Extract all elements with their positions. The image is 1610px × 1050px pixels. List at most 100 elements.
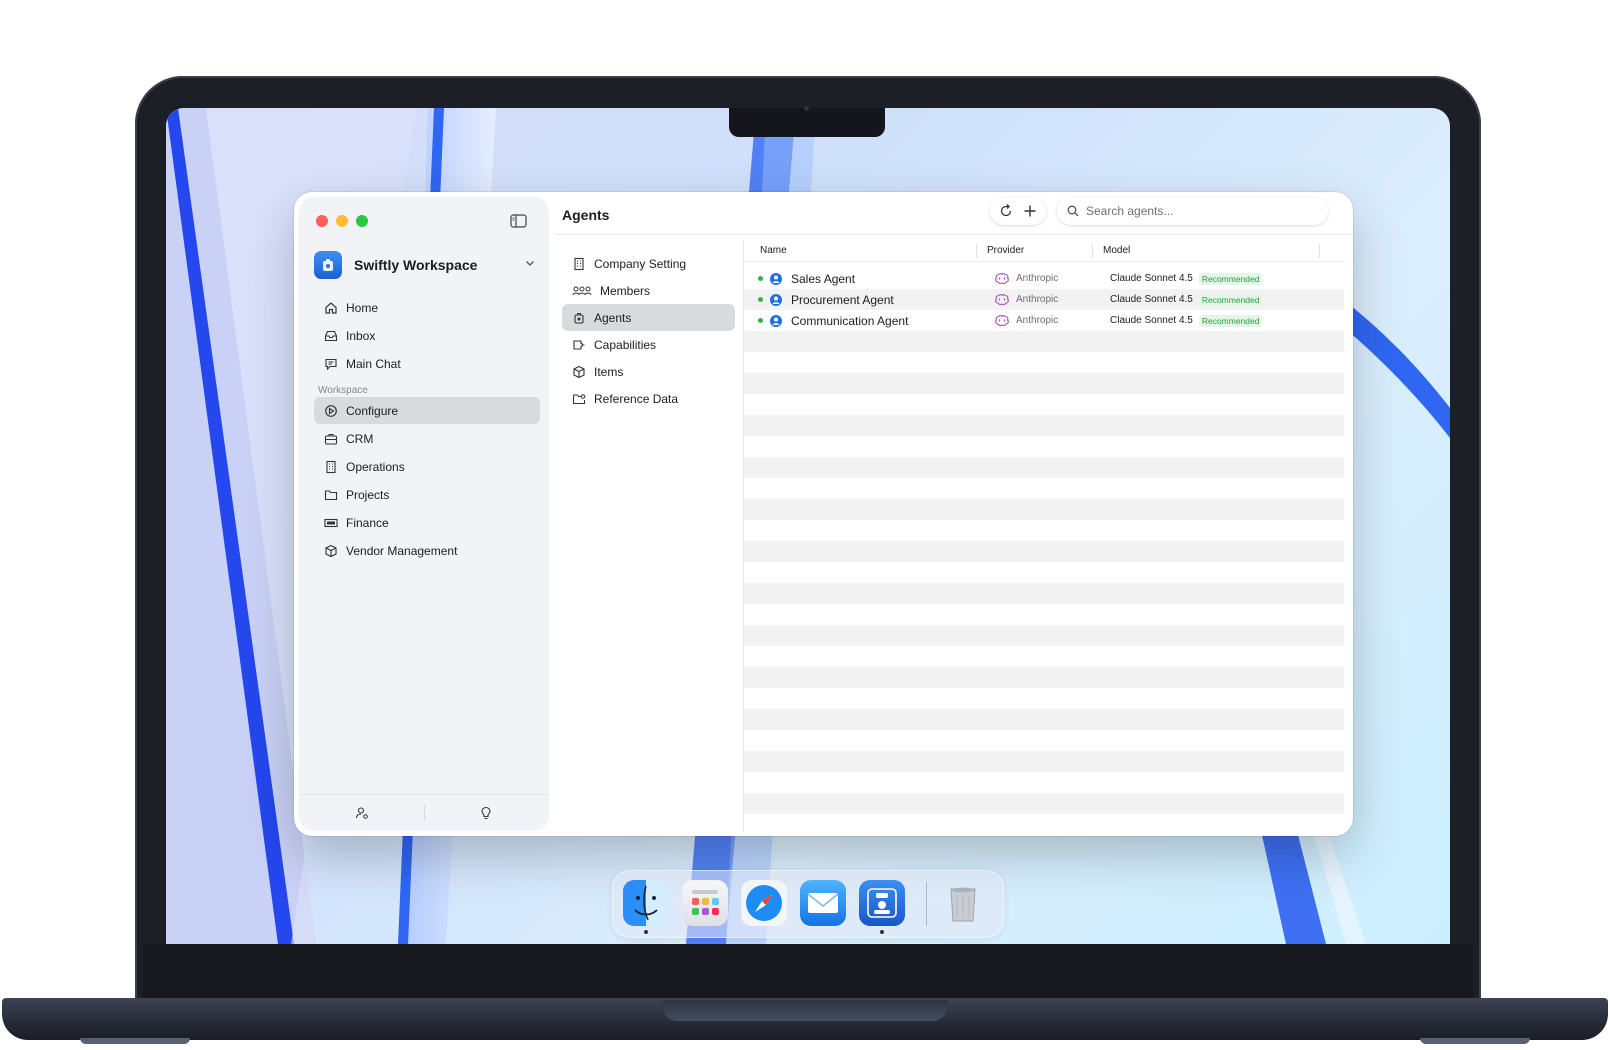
sidebar-item-label: Vendor Management (346, 543, 458, 558)
sidebar-item-inbox[interactable]: Inbox (314, 322, 540, 349)
model-name: Claude Sonnet 4.5 (1110, 294, 1193, 305)
agents-table: Name Provider Model Sales Agent Anthropi… (744, 240, 1344, 814)
status-dot (758, 297, 763, 302)
provider-brain-icon (995, 293, 1009, 305)
swiftly-running-indicator (880, 930, 884, 934)
account-settings-button[interactable] (300, 806, 424, 820)
close-button[interactable] (316, 215, 328, 227)
foot-left (80, 1038, 190, 1044)
search-input[interactable] (1086, 204, 1306, 218)
cell-model: Claude Sonnet 4.5 Recommended (1103, 293, 1344, 306)
cell-provider: Anthropic (984, 293, 1103, 307)
minimize-button[interactable] (336, 215, 348, 227)
provider-brain-icon (995, 272, 1009, 284)
finder-running-indicator (644, 930, 648, 934)
config-item-members[interactable]: Members (562, 277, 735, 304)
cell-model: Claude Sonnet 4.5 Recommended (1103, 314, 1344, 327)
status-dot (758, 276, 763, 281)
config-item-agents[interactable]: Agents (562, 304, 735, 331)
provider-name: Anthropic (1016, 315, 1059, 326)
sidebar: Swiftly Workspace Home Inbox Main Chat W… (300, 198, 548, 830)
table-row[interactable]: Sales Agent Anthropic Claude Sonnet 4.5 … (744, 268, 1344, 289)
box-icon (573, 365, 585, 378)
home-icon (325, 301, 337, 314)
agent-name: Procurement Agent (791, 292, 894, 307)
search-field[interactable] (1057, 197, 1328, 225)
cell-model: Claude Sonnet 4.5 Recommended (1103, 272, 1344, 285)
config-item-label: Capabilities (594, 337, 657, 352)
config-nav: Company Setting Members Agents Capabilit… (562, 250, 735, 412)
tips-button[interactable] (425, 806, 549, 820)
configure-icon (325, 404, 337, 417)
column-header-model[interactable]: Model (1093, 240, 1320, 261)
workspace-logo-icon (314, 251, 342, 279)
sidebar-item-home[interactable]: Home (314, 294, 540, 321)
workspace-switcher[interactable]: Swiftly Workspace (314, 251, 536, 279)
cell-provider: Anthropic (984, 314, 1103, 328)
config-item-items[interactable]: Items (562, 358, 735, 385)
provider-name: Anthropic (1016, 273, 1059, 284)
members-icon (572, 286, 592, 295)
cell-name: Communication Agent (744, 314, 984, 328)
chat-icon (325, 358, 337, 370)
sidebar-item-label: Home (346, 300, 379, 315)
toolbar-buttons (990, 197, 1046, 225)
chevron-down-icon (526, 261, 534, 266)
page-title: Agents (562, 207, 610, 223)
finder-icon[interactable] (623, 880, 669, 926)
config-item-capabilities[interactable]: Capabilities (562, 331, 735, 358)
recommended-badge: Recommended (1198, 272, 1263, 285)
sidebar-item-configure[interactable]: Configure (314, 397, 540, 424)
cell-name: Procurement Agent (744, 293, 984, 307)
sidebar-item-crm[interactable]: CRM (314, 425, 540, 452)
empty-rows (744, 331, 1344, 814)
config-item-label: Items (594, 364, 624, 379)
cell-provider: Anthropic (984, 272, 1103, 286)
swiftly-app-icon[interactable] (859, 880, 905, 926)
config-item-label: Company Setting (594, 256, 687, 271)
mail-icon[interactable] (800, 880, 846, 926)
agent-avatar-icon (770, 293, 782, 306)
foot-right (1420, 1038, 1530, 1044)
provider-brain-icon (995, 314, 1009, 326)
sidebar-item-main-chat[interactable]: Main Chat (314, 350, 540, 377)
recommended-badge: Recommended (1198, 314, 1263, 327)
agent-avatar-icon (770, 272, 782, 285)
safari-icon[interactable] (741, 880, 787, 926)
column-header-provider[interactable]: Provider (977, 240, 1093, 261)
camera (804, 106, 809, 111)
table-row[interactable]: Communication Agent Anthropic Claude Son… (744, 310, 1344, 331)
sidebar-item-projects[interactable]: Projects (314, 481, 540, 508)
search-icon (1067, 205, 1079, 217)
sidebar-item-vendor-management[interactable]: Vendor Management (314, 537, 540, 564)
add-icon[interactable] (1022, 203, 1038, 219)
briefcase-icon (324, 433, 338, 445)
sidebar-item-finance[interactable]: Finance (314, 509, 540, 536)
sidebar-item-operations[interactable]: Operations (314, 453, 540, 480)
capabilities-icon (573, 339, 585, 350)
base-notch (663, 1000, 947, 1021)
column-header-name[interactable]: Name (744, 240, 977, 261)
table-header: Name Provider Model (744, 240, 1344, 262)
sidebar-toggle-icon[interactable] (510, 214, 527, 228)
header-divider (556, 234, 1353, 235)
trash-icon[interactable] (940, 880, 986, 926)
launchpad-icon[interactable] (682, 880, 728, 926)
folder-data-icon (572, 393, 586, 404)
sidebar-item-label: Projects (346, 487, 390, 502)
zoom-button[interactable] (356, 215, 368, 227)
provider-name: Anthropic (1016, 294, 1059, 305)
config-item-label: Reference Data (594, 391, 679, 406)
traffic-lights (316, 215, 368, 227)
recommended-badge: Recommended (1198, 293, 1263, 306)
config-item-company-setting[interactable]: Company Setting (562, 250, 735, 277)
table-row[interactable]: Procurement Agent Anthropic Claude Sonne… (744, 289, 1344, 310)
inbox-icon (324, 330, 338, 341)
config-item-reference-data[interactable]: Reference Data (562, 385, 735, 412)
camera-notch (729, 108, 885, 137)
sidebar-item-label: Finance (346, 515, 389, 530)
refresh-icon[interactable] (998, 203, 1014, 219)
folder-icon (324, 489, 338, 500)
app-window: Swiftly Workspace Home Inbox Main Chat W… (294, 192, 1353, 836)
dock-separator (926, 882, 927, 926)
